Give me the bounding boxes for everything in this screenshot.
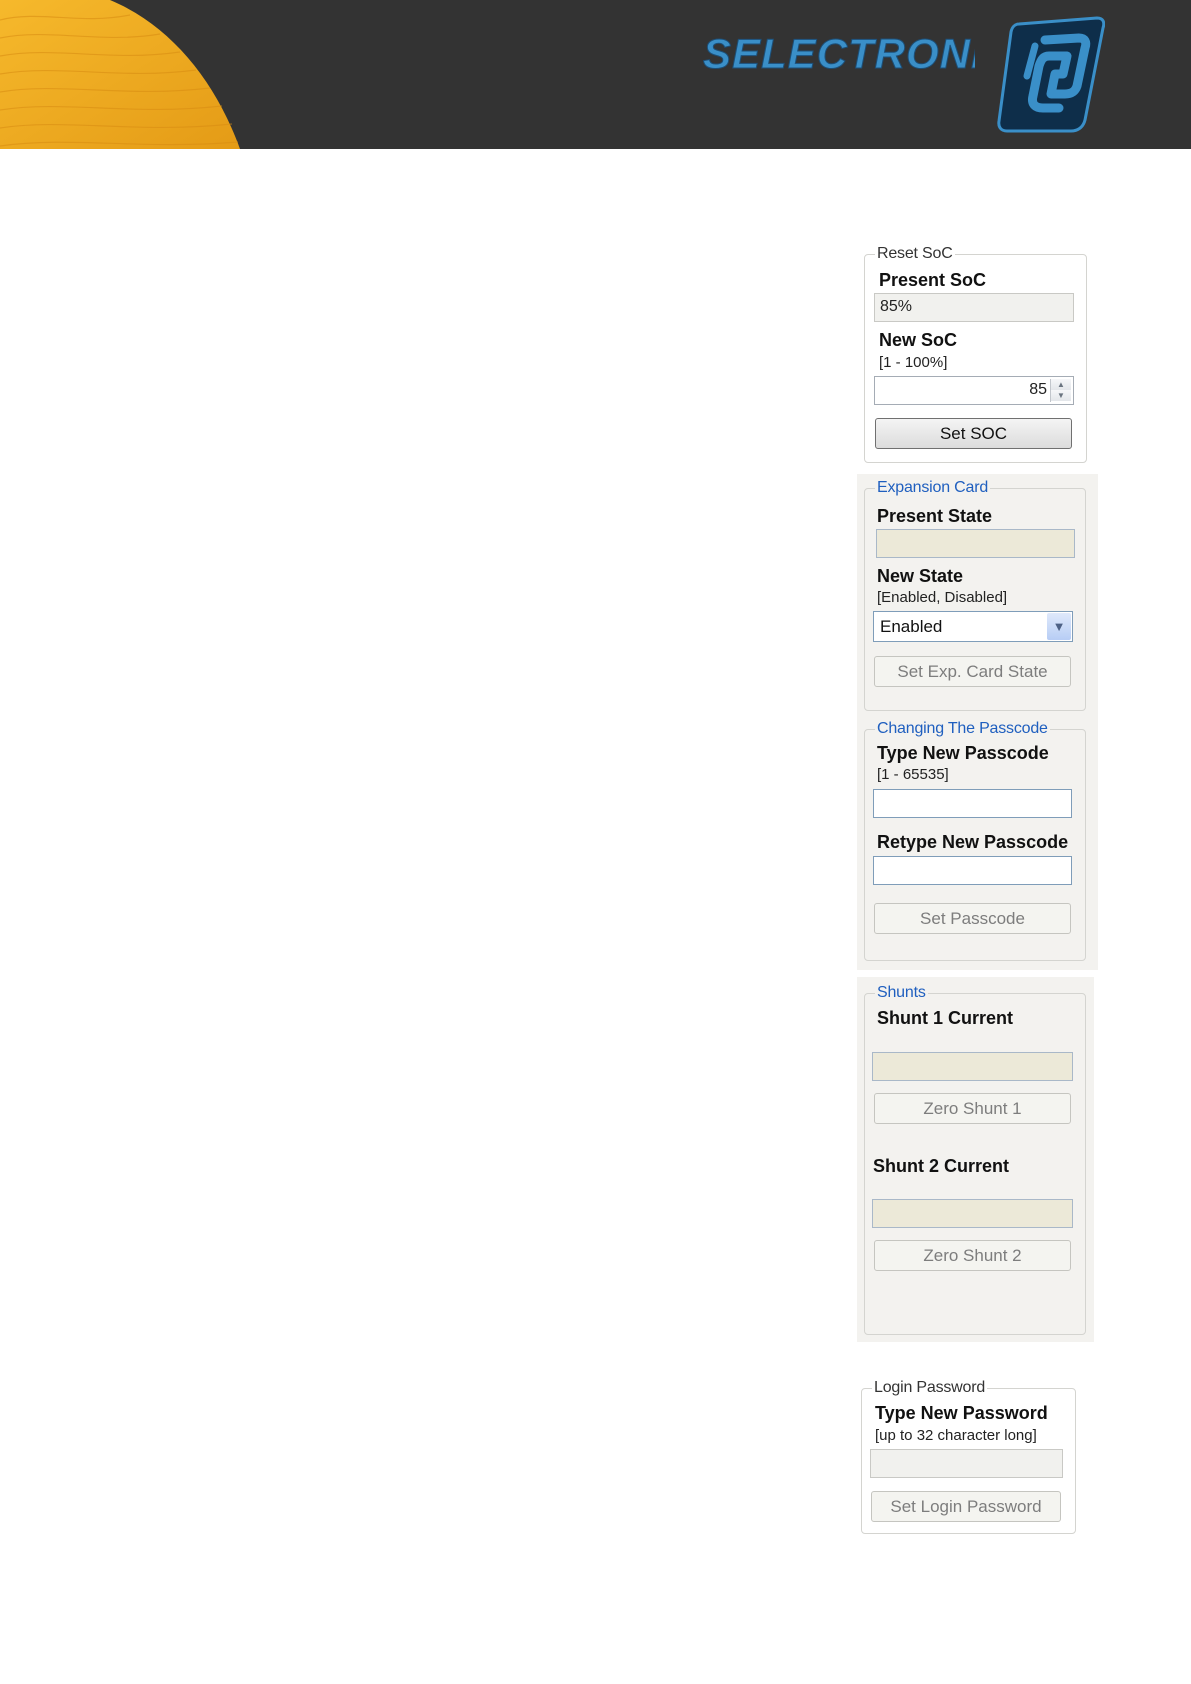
retype-passcode-label: Retype New Passcode xyxy=(877,832,1069,852)
login-password-legend: Login Password xyxy=(874,1379,986,1396)
selectronic-logo-icon xyxy=(997,16,1105,133)
new-passcode-input[interactable] xyxy=(873,789,1072,818)
present-soc-label: Present SoC xyxy=(879,270,987,290)
reset-soc-legend: Reset SoC xyxy=(877,245,953,262)
retype-passcode-input[interactable] xyxy=(873,856,1072,885)
set-login-password-button[interactable]: Set Login Password xyxy=(871,1491,1061,1522)
svg-text:SELECTRONIC: SELECTRONIC xyxy=(703,30,975,76)
spin-buttons[interactable]: ▲ ▼ xyxy=(1050,379,1071,402)
expansion-card-legend: Expansion Card xyxy=(877,479,989,496)
wave-graphic xyxy=(0,0,240,149)
new-soc-hint: [1 - 100%] xyxy=(879,354,948,371)
type-passcode-hint: [1 - 65535] xyxy=(877,766,949,783)
present-state-value xyxy=(876,529,1075,558)
type-password-label: Type New Password xyxy=(875,1403,1048,1423)
new-soc-label: New SoC xyxy=(879,330,958,350)
new-state-hint: [Enabled, Disabled] xyxy=(877,589,1008,606)
type-password-hint: [up to 32 character long] xyxy=(875,1427,1037,1444)
type-passcode-label: Type New Passcode xyxy=(877,743,1049,763)
new-state-select[interactable]: Enabled ▼ xyxy=(873,611,1073,642)
chevron-down-icon[interactable]: ▼ xyxy=(1047,613,1071,640)
new-state-selected: Enabled xyxy=(880,617,943,636)
shunt1-current-value xyxy=(872,1052,1073,1081)
new-soc-value: 85 xyxy=(1029,381,1047,398)
passcode-legend: Changing The Passcode xyxy=(877,720,1048,737)
present-soc-value: 85% xyxy=(874,293,1074,322)
brand-wordmark: SELECTRONIC xyxy=(703,30,975,77)
present-state-label: Present State xyxy=(877,506,993,526)
header-banner: SELECTRONIC xyxy=(0,0,1191,149)
new-password-input[interactable] xyxy=(870,1449,1063,1478)
set-exp-card-state-button[interactable]: Set Exp. Card State xyxy=(874,656,1071,687)
zero-shunt1-button[interactable]: Zero Shunt 1 xyxy=(874,1093,1071,1124)
shunt2-current-label: Shunt 2 Current xyxy=(873,1156,1010,1176)
shunt2-current-value xyxy=(872,1199,1073,1228)
set-passcode-button[interactable]: Set Passcode xyxy=(874,903,1071,934)
new-soc-stepper[interactable]: 85 ▲ ▼ xyxy=(874,376,1074,405)
shunts-legend: Shunts xyxy=(877,984,926,1001)
spin-up-icon[interactable]: ▲ xyxy=(1051,379,1071,390)
spin-down-icon[interactable]: ▼ xyxy=(1051,390,1071,401)
set-soc-button[interactable]: Set SOC xyxy=(875,418,1072,449)
new-state-label: New State xyxy=(877,566,964,586)
zero-shunt2-button[interactable]: Zero Shunt 2 xyxy=(874,1240,1071,1271)
shunt1-current-label: Shunt 1 Current xyxy=(877,1008,1014,1028)
